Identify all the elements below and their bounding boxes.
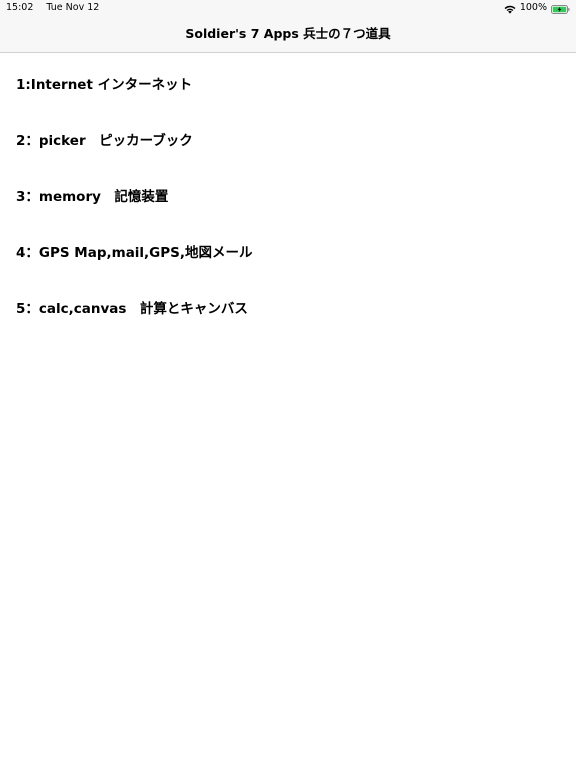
list-item-calc-canvas[interactable]: 5：calc,canvas 計算とキャンバス <box>0 277 576 333</box>
battery-charging-icon <box>551 4 570 14</box>
status-time: 15:02 <box>6 2 34 13</box>
status-right: 100% <box>504 0 570 16</box>
status-left: 15:02 Tue Nov 12 <box>6 0 99 16</box>
list-item-label: 5：calc,canvas 計算とキャンバス <box>16 301 248 317</box>
list-item-label: 2：picker ピッカーブック <box>16 133 193 149</box>
navigation-bar: Soldier's 7 Apps 兵士の７つ道具 <box>0 16 576 53</box>
list-item-picker[interactable]: 2：picker ピッカーブック <box>0 109 576 165</box>
list-item-label: 3：memory 記憶装置 <box>16 189 169 205</box>
list-item-gps-map[interactable]: 4：GPS Map,mail,GPS,地図メール <box>0 221 576 277</box>
list-item-label: 1:Internet インターネット <box>16 77 193 93</box>
page-title: Soldier's 7 Apps 兵士の７つ道具 <box>185 26 391 41</box>
wifi-icon <box>504 4 516 14</box>
list-item-label: 4：GPS Map,mail,GPS,地図メール <box>16 245 253 261</box>
status-bar: 15:02 Tue Nov 12 100% <box>0 0 576 16</box>
list-item-memory[interactable]: 3：memory 記憶装置 <box>0 165 576 221</box>
list-item-internet[interactable]: 1:Internet インターネット <box>0 53 576 109</box>
status-date: Tue Nov 12 <box>46 2 100 13</box>
battery-percent: 100% <box>519 2 547 13</box>
app-list: 1:Internet インターネット 2：picker ピッカーブック 3：me… <box>0 53 576 333</box>
